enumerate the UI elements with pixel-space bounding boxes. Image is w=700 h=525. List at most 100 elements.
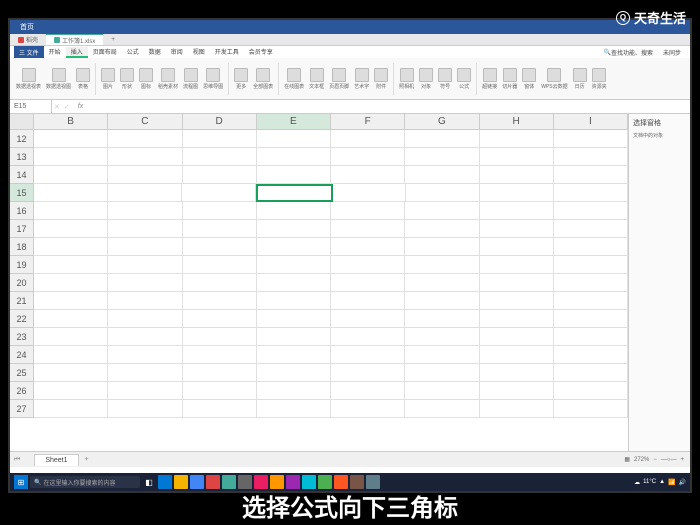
cell-C15[interactable] bbox=[108, 184, 182, 202]
menu-审阅[interactable]: 审阅 bbox=[166, 47, 188, 56]
cell-D17[interactable] bbox=[183, 220, 257, 238]
cell-C14[interactable] bbox=[108, 166, 182, 184]
ribbon-文本框[interactable]: 文本框 bbox=[307, 67, 326, 91]
cell-C20[interactable] bbox=[108, 274, 182, 292]
cell-F18[interactable] bbox=[331, 238, 405, 256]
cell-I12[interactable] bbox=[554, 130, 628, 148]
cell-G18[interactable] bbox=[405, 238, 479, 256]
cell-B25[interactable] bbox=[34, 364, 108, 382]
menu-插入[interactable]: 插入 bbox=[66, 47, 88, 58]
col-header-D[interactable]: D bbox=[183, 114, 257, 130]
cell-F21[interactable] bbox=[331, 292, 405, 310]
ribbon-图标[interactable]: 图标 bbox=[137, 67, 155, 91]
cell-H23[interactable] bbox=[480, 328, 554, 346]
ribbon-艺术字[interactable]: 艺术字 bbox=[352, 67, 371, 91]
cell-G15[interactable] bbox=[406, 184, 480, 202]
network-icon[interactable]: 📶 bbox=[668, 479, 675, 486]
cell-F27[interactable] bbox=[331, 400, 405, 418]
cell-F15[interactable] bbox=[333, 184, 407, 202]
cell-G26[interactable] bbox=[405, 382, 479, 400]
grid-body[interactable]: 12131415161718192021222324252627 bbox=[10, 130, 628, 418]
row-header-17[interactable]: 17 bbox=[10, 220, 34, 238]
ribbon-稻壳素材[interactable]: 稻壳素材 bbox=[156, 67, 180, 91]
grid[interactable]: BCDEFGHI 1213141516171819202122232425262… bbox=[10, 114, 628, 451]
col-header-H[interactable]: H bbox=[480, 114, 554, 130]
ribbon-切片器[interactable]: 切片器 bbox=[500, 67, 519, 91]
ribbon-窗体[interactable]: 窗体 bbox=[520, 67, 538, 91]
ribbon-更多[interactable]: 更多 bbox=[232, 67, 250, 91]
ribbon-数据透视图[interactable]: 数据透视图 bbox=[44, 67, 73, 91]
row-header-19[interactable]: 19 bbox=[10, 256, 34, 274]
cell-H15[interactable] bbox=[480, 184, 554, 202]
cell-G16[interactable] bbox=[405, 202, 479, 220]
zoom-slider[interactable]: —○— bbox=[661, 457, 677, 463]
row-header-20[interactable]: 20 bbox=[10, 274, 34, 292]
cell-H18[interactable] bbox=[480, 238, 554, 256]
cell-D26[interactable] bbox=[183, 382, 257, 400]
ribbon-资源夹[interactable]: 资源夹 bbox=[590, 67, 609, 91]
cell-F22[interactable] bbox=[331, 310, 405, 328]
cell-B24[interactable] bbox=[34, 346, 108, 364]
select-all-corner[interactable] bbox=[10, 114, 34, 130]
cell-I21[interactable] bbox=[554, 292, 628, 310]
cell-H14[interactable] bbox=[480, 166, 554, 184]
cell-F24[interactable] bbox=[331, 346, 405, 364]
row-header-16[interactable]: 16 bbox=[10, 202, 34, 220]
cell-F20[interactable] bbox=[331, 274, 405, 292]
cell-F13[interactable] bbox=[331, 148, 405, 166]
cell-E19[interactable] bbox=[257, 256, 331, 274]
menu-file[interactable]: 三 文件 bbox=[14, 46, 44, 58]
ribbon-附件[interactable]: 附件 bbox=[372, 67, 390, 91]
cell-E18[interactable] bbox=[257, 238, 331, 256]
cell-G27[interactable] bbox=[405, 400, 479, 418]
cell-F25[interactable] bbox=[331, 364, 405, 382]
col-header-F[interactable]: F bbox=[331, 114, 405, 130]
menu-页面布局[interactable]: 页面布局 bbox=[88, 47, 122, 56]
ribbon-页眉页脚[interactable]: 页眉页脚 bbox=[327, 67, 351, 91]
row-header-24[interactable]: 24 bbox=[10, 346, 34, 364]
cell-H24[interactable] bbox=[480, 346, 554, 364]
cell-D19[interactable] bbox=[183, 256, 257, 274]
tray-icon[interactable]: ▲ bbox=[659, 479, 665, 485]
cell-F17[interactable] bbox=[331, 220, 405, 238]
cancel-icon[interactable]: ✕ bbox=[52, 103, 62, 111]
enter-icon[interactable]: ✓ bbox=[62, 103, 72, 111]
cell-E15[interactable] bbox=[256, 184, 333, 202]
cell-I13[interactable] bbox=[554, 148, 628, 166]
menu-公式[interactable]: 公式 bbox=[122, 47, 144, 56]
col-header-C[interactable]: C bbox=[108, 114, 182, 130]
cell-G13[interactable] bbox=[405, 148, 479, 166]
cell-E25[interactable] bbox=[257, 364, 331, 382]
cell-B18[interactable] bbox=[34, 238, 108, 256]
ribbon-图片[interactable]: 图片 bbox=[99, 67, 117, 91]
cell-E20[interactable] bbox=[257, 274, 331, 292]
system-tray[interactable]: ☁ 11°C ▲ 📶 🔊 bbox=[634, 479, 686, 486]
cell-E21[interactable] bbox=[257, 292, 331, 310]
cell-D13[interactable] bbox=[183, 148, 257, 166]
cell-D15[interactable] bbox=[182, 184, 256, 202]
cell-I25[interactable] bbox=[554, 364, 628, 382]
cell-F23[interactable] bbox=[331, 328, 405, 346]
tab-workbook[interactable]: 工作簿1.xlsx bbox=[46, 34, 103, 45]
cell-G17[interactable] bbox=[405, 220, 479, 238]
row-header-27[interactable]: 27 bbox=[10, 400, 34, 418]
cell-C25[interactable] bbox=[108, 364, 182, 382]
cell-H12[interactable] bbox=[480, 130, 554, 148]
ribbon-对象[interactable]: 对象 bbox=[417, 67, 435, 91]
ribbon-日历[interactable]: 日历 bbox=[571, 67, 589, 91]
cell-G24[interactable] bbox=[405, 346, 479, 364]
cell-I26[interactable] bbox=[554, 382, 628, 400]
cell-H13[interactable] bbox=[480, 148, 554, 166]
cell-B23[interactable] bbox=[34, 328, 108, 346]
cell-F26[interactable] bbox=[331, 382, 405, 400]
cell-H27[interactable] bbox=[480, 400, 554, 418]
cell-C18[interactable] bbox=[108, 238, 182, 256]
cell-I17[interactable] bbox=[554, 220, 628, 238]
ribbon-照相机[interactable]: 照相机 bbox=[397, 67, 416, 91]
cell-C21[interactable] bbox=[108, 292, 182, 310]
row-header-12[interactable]: 12 bbox=[10, 130, 34, 148]
cell-D12[interactable] bbox=[183, 130, 257, 148]
cell-B13[interactable] bbox=[34, 148, 108, 166]
cell-B27[interactable] bbox=[34, 400, 108, 418]
cell-B12[interactable] bbox=[34, 130, 108, 148]
